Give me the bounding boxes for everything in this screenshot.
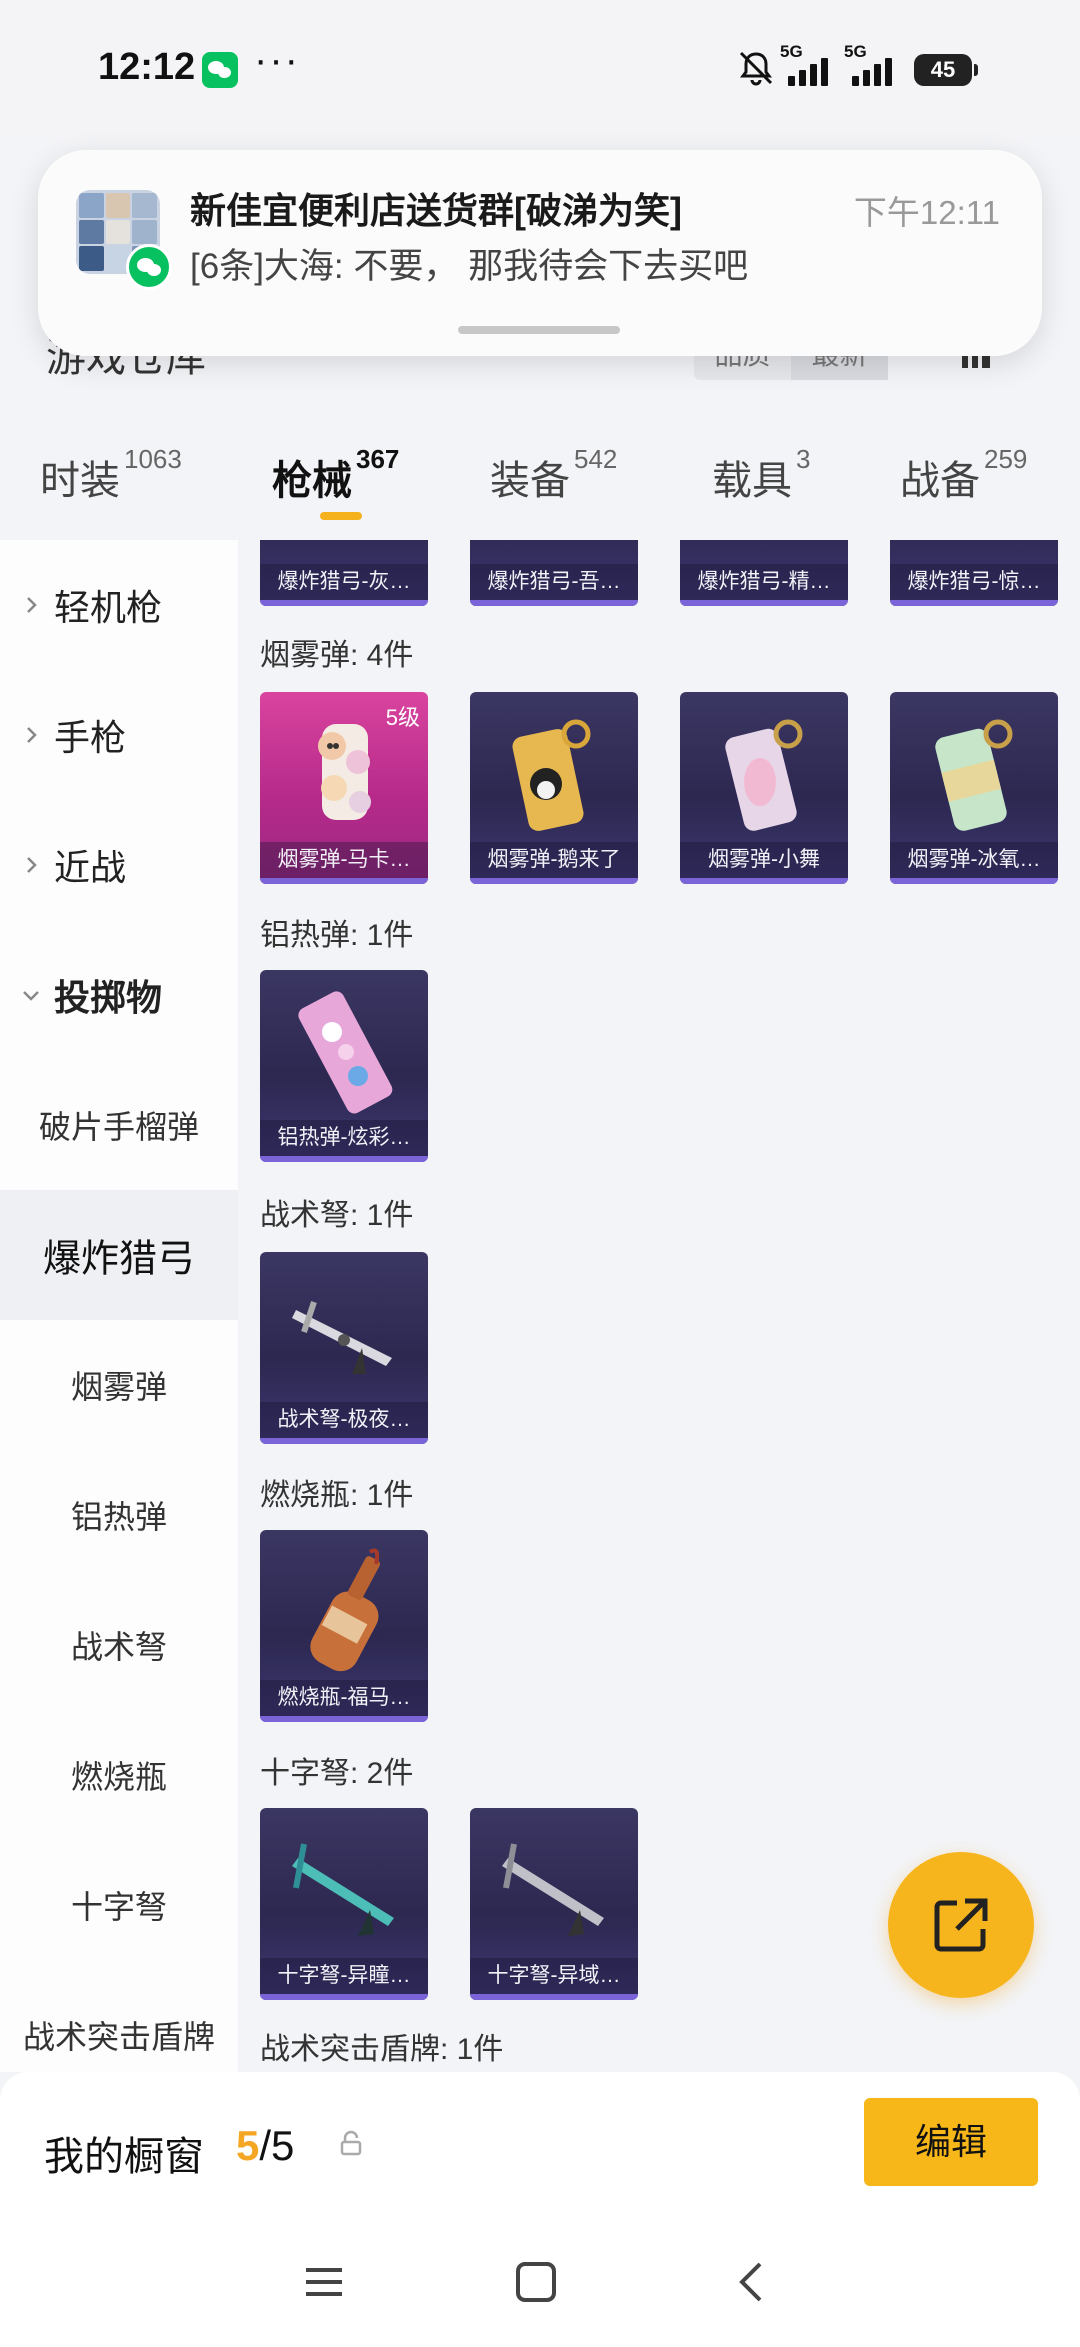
sidebar-item-pistol[interactable]: 手枪 bbox=[0, 670, 238, 800]
active-tab-indicator bbox=[320, 512, 362, 520]
thermite-art-icon bbox=[298, 991, 393, 1114]
showcase-count: 5/5 bbox=[236, 2122, 295, 2169]
section-title: 燃烧瓶: 1件 bbox=[260, 1479, 414, 1512]
sidebar-sub-crossbow[interactable]: 十字弩 bbox=[0, 1840, 238, 1970]
sidebar-item-melee[interactable]: 近战 bbox=[0, 800, 238, 930]
battery-icon: 45 bbox=[914, 54, 978, 86]
showcase-label: 我的橱窗 bbox=[44, 2135, 204, 2179]
section-title: 战术突击盾牌: 1件 bbox=[260, 2033, 504, 2066]
item-card[interactable]: 战术弩-极夜… bbox=[260, 1252, 428, 1444]
sidebar-item-light-machine-gun[interactable]: 轻机枪 bbox=[0, 540, 238, 670]
signal-sim1-icon: 5G bbox=[780, 42, 840, 88]
item-grid: 爆炸猎弓-灰… 爆炸猎弓-吾… 爆炸猎弓-精… 爆炸猎弓-惊… 烟雾弹: 4件 … bbox=[238, 540, 1080, 2072]
item-card[interactable]: 十字弩-异瞳… bbox=[260, 1808, 428, 2000]
item-card[interactable]: 烟雾弹-小舞 bbox=[680, 692, 848, 884]
item-card[interactable]: 爆炸猎弓-灰… bbox=[260, 540, 428, 606]
section-title: 铝热弹: 1件 bbox=[260, 919, 414, 952]
sidebar-sub-smoke-grenade[interactable]: 烟雾弹 bbox=[0, 1320, 238, 1450]
smoke-grenade-art-icon bbox=[512, 719, 591, 831]
tab-outfits[interactable]: 时装 1063 bbox=[40, 444, 182, 518]
mute-bell-icon bbox=[739, 51, 773, 86]
smoke-grenade-art-icon bbox=[725, 719, 803, 831]
section-title: 战术弩: 1件 bbox=[260, 1199, 414, 1232]
item-card[interactable]: 燃烧瓶-福马… bbox=[260, 1530, 428, 1722]
item-card[interactable]: 爆炸猎弓-吾… bbox=[470, 540, 638, 606]
item-card[interactable]: 5级 烟雾弹-马卡… bbox=[260, 692, 428, 884]
section-title: 烟雾弹: 4件 bbox=[260, 639, 414, 672]
item-card[interactable]: 烟雾弹-冰氧… bbox=[890, 692, 1058, 884]
edit-button[interactable]: 编辑 bbox=[864, 2098, 1038, 2186]
status-time: 12:12 bbox=[98, 46, 196, 88]
more-notifications-icon: ··· bbox=[254, 38, 300, 82]
smoke-grenade-art-icon bbox=[935, 719, 1013, 831]
lock-icon bbox=[340, 2130, 362, 2156]
item-card[interactable]: 铝热弹-炫彩… bbox=[260, 970, 428, 1162]
item-card[interactable]: 爆炸猎弓-精… bbox=[680, 540, 848, 606]
item-card[interactable]: 烟雾弹-鹅来了 bbox=[470, 692, 638, 884]
molotov-art-icon bbox=[310, 1548, 380, 1672]
sidebar-sub-frag-grenade[interactable]: 破片手榴弹 bbox=[0, 1060, 238, 1190]
level-badge: 5级 bbox=[385, 705, 420, 730]
item-card[interactable]: 十字弩-异域… bbox=[470, 1808, 638, 2000]
signal-sim2-icon: 5G bbox=[844, 42, 904, 88]
sidebar-item-throwables[interactable]: 投掷物 bbox=[0, 930, 238, 1060]
status-bar: 12:12 ··· 5G 5G 45 bbox=[0, 0, 1080, 140]
section-title: 十字弩: 2件 bbox=[260, 1757, 414, 1790]
menu-icon[interactable] bbox=[300, 2258, 348, 2306]
notification-time: 下午12:11 bbox=[853, 194, 1000, 231]
chevron-right-icon bbox=[27, 857, 37, 873]
share-icon bbox=[934, 1898, 988, 1952]
tab-equipment[interactable]: 装备 542 bbox=[490, 444, 617, 518]
sidebar-sub-molotov[interactable]: 燃烧瓶 bbox=[0, 1710, 238, 1840]
sidebar-sub-explosive-bow[interactable]: 爆炸猎弓 bbox=[0, 1190, 238, 1320]
notification-message: [6条]大海: 不要， 那我待会下去买吧 bbox=[190, 247, 749, 286]
crossbow-art-icon bbox=[292, 1843, 394, 1936]
weapon-category-sidebar: 轻机枪 手枪 近战 投掷物 破片手榴弹 爆炸猎弓 烟雾弹 铝热弹 战术弩 燃烧瓶… bbox=[0, 540, 238, 2072]
wechat-notification[interactable]: 新佳宜便利店送货群[破涕为笑] 下午12:11 [6条]大海: 不要， 那我待会… bbox=[38, 150, 1042, 356]
wechat-status-icon bbox=[202, 52, 238, 88]
tab-combat-supplies[interactable]: 战备 259 bbox=[900, 444, 1027, 518]
chevron-right-icon bbox=[27, 597, 37, 613]
crossbow-art-icon bbox=[292, 1301, 392, 1374]
notification-title: 新佳宜便利店送货群[破涕为笑] bbox=[190, 190, 682, 231]
item-card[interactable]: 爆炸猎弓-惊… bbox=[890, 540, 1058, 606]
notification-handle[interactable] bbox=[458, 326, 620, 334]
chevron-right-icon bbox=[27, 727, 37, 743]
wechat-icon bbox=[126, 244, 172, 290]
chevron-down-icon bbox=[23, 991, 39, 1001]
crossbow-art-icon bbox=[502, 1843, 604, 1936]
back-icon[interactable] bbox=[728, 2258, 776, 2306]
sidebar-sub-tactical-crossbow[interactable]: 战术弩 bbox=[0, 1580, 238, 1710]
tab-firearms[interactable]: 枪械 367 bbox=[272, 444, 399, 518]
tab-vehicles[interactable]: 载具 3 bbox=[712, 444, 810, 518]
sidebar-sub-thermite[interactable]: 铝热弹 bbox=[0, 1450, 238, 1580]
share-button[interactable] bbox=[888, 1852, 1034, 1998]
sidebar-sub-assault-shield[interactable]: 战术突击盾牌 bbox=[0, 1970, 238, 2072]
home-icon[interactable] bbox=[512, 2258, 560, 2306]
